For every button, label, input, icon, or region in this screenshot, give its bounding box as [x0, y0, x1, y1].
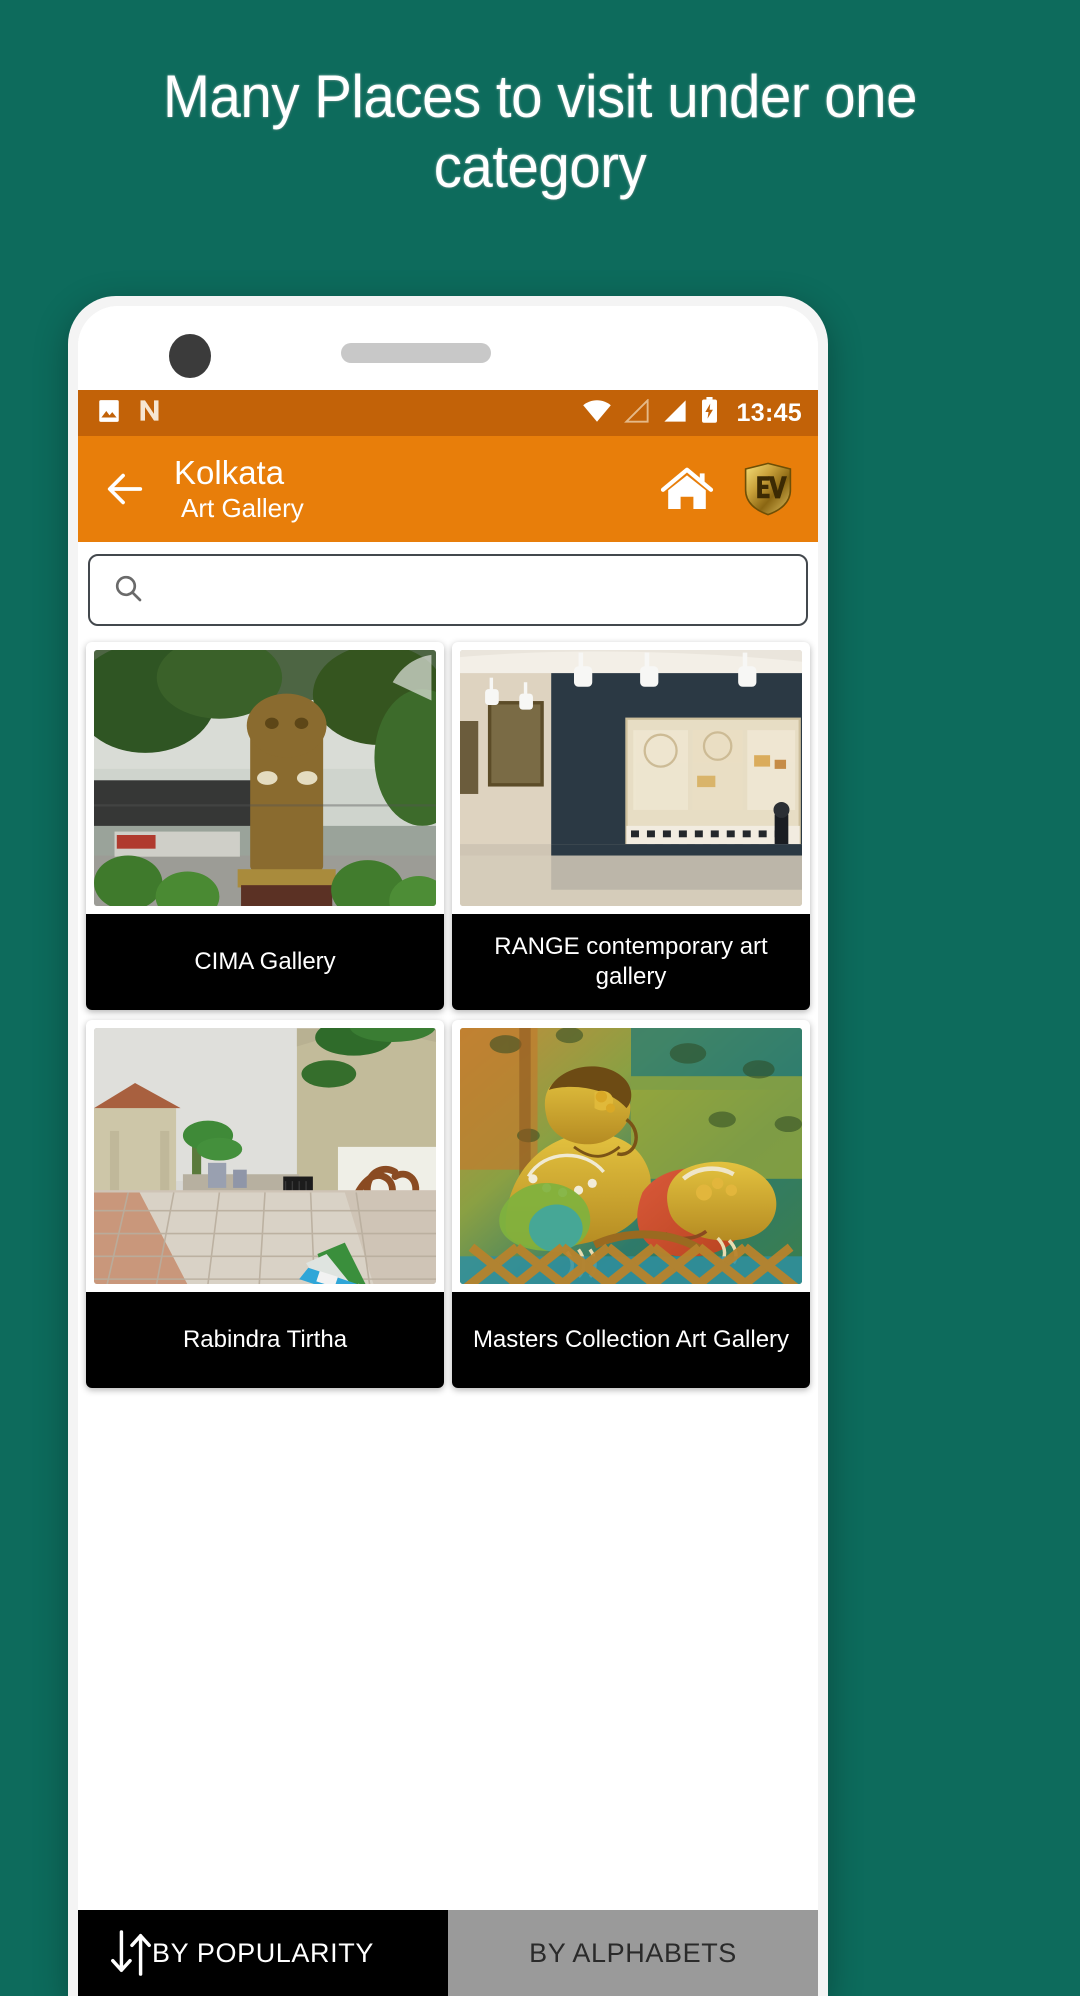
status-bar-clock: 13:45 [736, 398, 802, 427]
place-card-title: CIMA Gallery [86, 914, 444, 1010]
place-card-title: RANGE contemporary art gallery [452, 914, 810, 1010]
search-input[interactable] [162, 575, 784, 605]
sort-tab-by-popularity[interactable]: BY POPULARITY [78, 1910, 448, 1996]
phone-frame: 13:45 Kolkata Art Gallery CIMA Gallery R… [68, 296, 828, 1996]
place-photo-walkway [94, 1028, 436, 1284]
image-icon [96, 398, 122, 429]
search-icon [112, 572, 144, 609]
promo-heading: Many Places to visit under one category [163, 63, 917, 200]
n-app-icon [136, 397, 163, 429]
place-card[interactable]: Masters Collection Art Gallery [452, 1020, 810, 1388]
places-grid: CIMA Gallery RANGE contemporary art gall… [78, 636, 818, 1388]
signal-full-icon [662, 399, 688, 428]
earpiece-speaker [341, 343, 491, 363]
place-card[interactable]: CIMA Gallery [86, 642, 444, 1010]
sort-tab-label: BY POPULARITY [152, 1937, 374, 1968]
toolbar-title-block: Kolkata Art Gallery [174, 454, 304, 525]
sort-tab-by-alphabets[interactable]: BY ALPHABETS [448, 1910, 818, 1996]
place-photo-sculpture [94, 650, 436, 906]
search-section [78, 542, 818, 636]
front-camera-icon [169, 334, 211, 378]
place-photo-gallery-interior [460, 650, 802, 906]
ev-logo-icon[interactable] [742, 461, 794, 517]
wifi-icon [582, 399, 612, 428]
home-icon[interactable] [660, 465, 714, 513]
back-arrow-icon[interactable] [102, 466, 148, 512]
page-title: Kolkata [174, 453, 285, 491]
battery-charging-icon [700, 397, 719, 429]
search-box[interactable] [88, 554, 808, 626]
sort-bar: BY POPULARITY BY ALPHABETS [78, 1910, 818, 1996]
phone-top-bezel [78, 306, 818, 390]
status-bar: 13:45 [78, 390, 818, 436]
app-toolbar: Kolkata Art Gallery [78, 436, 818, 542]
place-card-title: Masters Collection Art Gallery [452, 1292, 810, 1388]
toolbar-actions [660, 461, 800, 517]
phone-screen: 13:45 Kolkata Art Gallery CIMA Gallery R… [78, 306, 818, 1996]
place-photo-painting [460, 1028, 802, 1284]
status-bar-notifications [96, 397, 163, 429]
place-card[interactable]: Rabindra Tirtha [86, 1020, 444, 1388]
place-card[interactable]: RANGE contemporary art gallery [452, 642, 810, 1010]
sort-arrows-icon [108, 1927, 154, 1979]
status-bar-system-icons: 13:45 [582, 397, 802, 429]
sort-tab-label: BY ALPHABETS [529, 1937, 737, 1968]
page-subtitle: Art Gallery [181, 492, 304, 523]
place-card-title: Rabindra Tirtha [86, 1292, 444, 1388]
signal-empty-icon [623, 397, 650, 428]
